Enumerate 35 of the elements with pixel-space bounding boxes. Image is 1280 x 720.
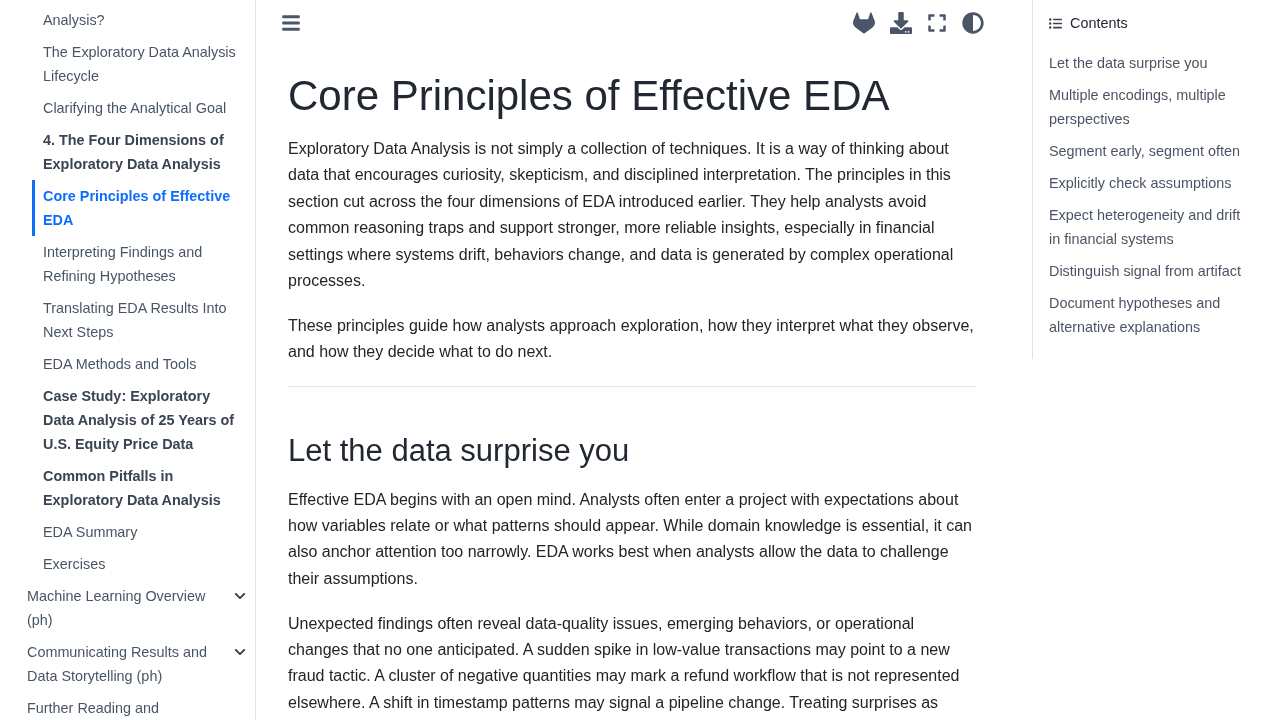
sidebar-link[interactable]: EDA Summary <box>32 516 241 548</box>
download-icon[interactable] <box>890 12 912 34</box>
sidebar-link[interactable]: Case Study: Exploratory Data Analysis of 25 Years of U.S. Equity Price Data <box>32 380 241 460</box>
paragraph: Exploratory Data Analysis is not simply a collection of techniques. It is a way of thinking about data that encourages curiosity, skepticism, and disciplined interpretation. The principles in this section cut across the four dimensions of EDA introduced earlier. They help analysts avoid common reasoning traps and support stronger, more reliable insights, especially in financial settings where systems drift, behaviors change, and data is generated by complex operational processes. <box>288 139 955 292</box>
sidebar-link[interactable]: 4. The Four Dimensions of Exploratory Data Analysis <box>32 124 241 180</box>
menu-icon[interactable] <box>281 13 301 33</box>
sidebar-link[interactable]: The Exploratory Data Analysis Lifecycle <box>32 36 241 92</box>
contents-link[interactable]: Let the data surprise you <box>1049 47 1249 79</box>
contents-link[interactable]: Multiple encodings, multiple perspectives <box>1049 79 1249 135</box>
sidebar-link[interactable]: Further Reading and <box>27 696 247 720</box>
sidebar-link[interactable]: Exercises <box>32 548 241 580</box>
sidebar-link[interactable]: Clarifying the Analytical Goal <box>32 92 241 124</box>
fullscreen-icon[interactable] <box>927 13 947 33</box>
contents-title: Contents <box>1070 14 1128 33</box>
sidebar-link[interactable]: Interpreting Findings and Refining Hypotheses <box>32 236 241 292</box>
contents-link[interactable]: Segment early, segment often <box>1049 135 1249 167</box>
contents-link[interactable]: Expect heterogeneity and drift in financial systems <box>1049 199 1249 255</box>
section-heading: Let the data surprise you <box>288 431 631 470</box>
sidebar-link[interactable]: Communicating Results and Data Storytelling (ph) <box>27 640 223 688</box>
paragraph: Unexpected findings often reveal data-quality issues, emerging behaviors, or operational changes that no one anticipated. A sudden spike in low-value transactions may point to a new fraud tactic. A cluster of negative quantities may mark a refund workflow that is not represented elsewhere. A shift in timestamp patterns may signal a pipeline change. Treating surprises as <box>288 613 961 713</box>
contents-link[interactable]: Document hypotheses and alternative explanations <box>1049 287 1249 343</box>
page-title: Core Principles of Effective EDA <box>288 71 891 121</box>
sidebar-link[interactable]: Common Pitfalls in Exploratory Data Analysis <box>32 460 241 516</box>
paragraph: Effective EDA begins with an open mind. Analysts often enter a project with expectations about how variables relate or what patterns should appear. While domain knowledge is essential, it can also anchor attention too narrowly. EDA works best when analysts allow the data to challenge their assumptions. <box>288 489 973 589</box>
contents-link[interactable]: Distinguish signal from artifact <box>1049 255 1249 287</box>
sidebar-link[interactable]: Translating EDA Results Into Next Steps <box>32 292 241 348</box>
sidebar-link[interactable]: Analysis? <box>32 4 241 36</box>
sidebar-link[interactable]: Core Principles of Effective EDA <box>32 180 241 236</box>
contents-link[interactable]: Explicitly check assumptions <box>1049 167 1249 199</box>
fox-head-icon[interactable] <box>853 12 875 34</box>
sidebar-link[interactable]: EDA Methods and Tools <box>32 348 241 380</box>
paragraph: These principles guide how analysts approach exploration, how they interpret what they observe, and how they decide what to do next. <box>288 315 975 363</box>
list-icon <box>1049 16 1062 30</box>
contrast-icon[interactable] <box>962 12 984 34</box>
sidebar-link[interactable]: Machine Learning Overview (ph) <box>27 584 223 632</box>
